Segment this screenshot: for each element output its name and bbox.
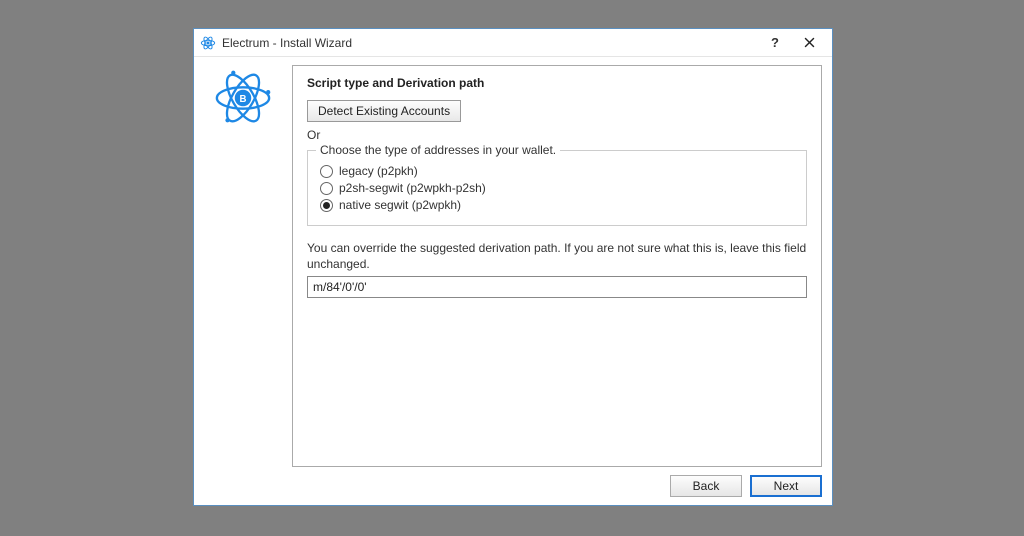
electrum-logo-icon: B xyxy=(212,67,274,129)
titlebar: Electrum - Install Wizard ? xyxy=(194,29,832,57)
radio-icon xyxy=(320,182,333,195)
derivation-path-input[interactable] xyxy=(307,276,807,298)
next-button[interactable]: Next xyxy=(750,475,822,497)
address-type-group: Choose the type of addresses in your wal… xyxy=(307,150,807,226)
svg-text:B: B xyxy=(240,94,247,105)
wizard-window: Electrum - Install Wizard ? xyxy=(193,28,833,506)
detect-existing-accounts-button[interactable]: Detect Existing Accounts xyxy=(307,100,461,122)
logo-column: B xyxy=(204,65,282,467)
radio-icon xyxy=(320,165,333,178)
content-panel: Script type and Derivation path Detect E… xyxy=(292,65,822,467)
help-button[interactable]: ? xyxy=(758,32,792,54)
radio-native-segwit[interactable]: native segwit (p2wpkh) xyxy=(320,198,794,212)
radio-label: legacy (p2pkh) xyxy=(339,164,418,178)
address-type-legend: Choose the type of addresses in your wal… xyxy=(316,143,560,157)
or-label: Or xyxy=(307,128,807,142)
window-title: Electrum - Install Wizard xyxy=(222,36,758,50)
main-row: B Script type and Derivation path Detect… xyxy=(204,65,822,467)
window-body: B Script type and Derivation path Detect… xyxy=(194,57,832,505)
app-icon xyxy=(200,35,216,51)
close-button[interactable] xyxy=(792,32,826,54)
close-icon xyxy=(804,37,815,48)
back-button[interactable]: Back xyxy=(670,475,742,497)
footer: Back Next xyxy=(204,467,822,497)
radio-label: native segwit (p2wpkh) xyxy=(339,198,461,212)
derivation-hint: You can override the suggested derivatio… xyxy=(307,240,807,272)
radio-label: p2sh-segwit (p2wpkh-p2sh) xyxy=(339,181,486,195)
panel-heading: Script type and Derivation path xyxy=(307,76,807,90)
radio-p2sh-segwit[interactable]: p2sh-segwit (p2wpkh-p2sh) xyxy=(320,181,794,195)
radio-icon xyxy=(320,199,333,212)
radio-legacy[interactable]: legacy (p2pkh) xyxy=(320,164,794,178)
